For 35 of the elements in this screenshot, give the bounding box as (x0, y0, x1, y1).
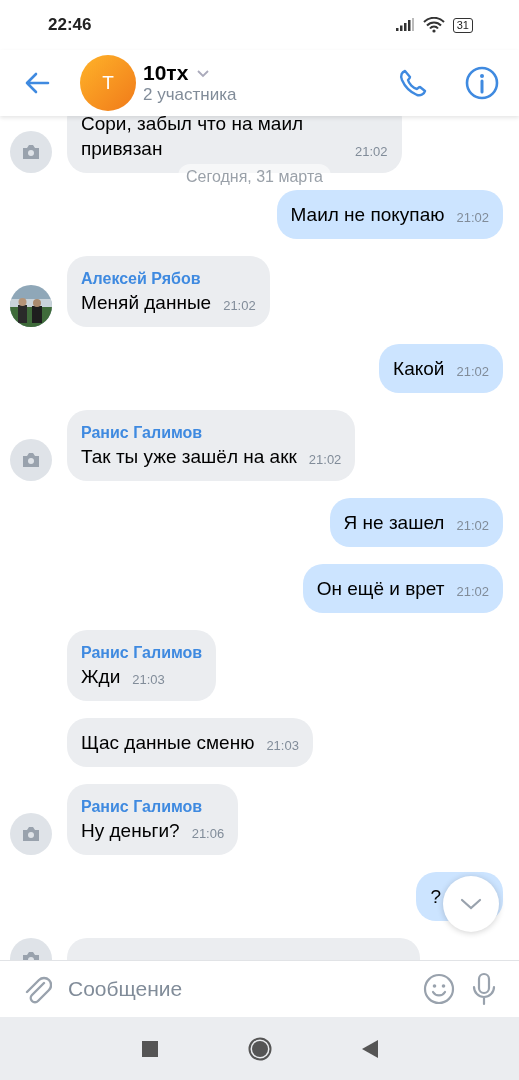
message-bubble[interactable]: Я не зашел 21:02 (329, 498, 503, 547)
message-bubble[interactable]: Ранис Галимов Ну деньги? 21:06 (67, 784, 239, 855)
message-bubble[interactable]: Алексей Рябов Меняй данные 21:02 (67, 256, 270, 327)
message-text: Какой (393, 357, 445, 381)
message-time: 21:06 (191, 825, 225, 843)
participants-count: 2 участника (143, 85, 238, 105)
message-bubble[interactable]: Какой 21:02 (379, 344, 503, 393)
chat-title[interactable]: 10тх (143, 61, 189, 85)
message-time: 21:02 (456, 583, 489, 601)
message-text: Маил не покупаю (290, 203, 445, 227)
message-text: Жди (81, 665, 121, 689)
message-text: Меняй данные (81, 291, 212, 315)
message-text: Я не зашел (343, 511, 445, 535)
message-input[interactable]: Сообщение (68, 971, 407, 1007)
message-bubble[interactable]: Он ещё и врет 21:02 (302, 564, 503, 613)
message-text: Так ты уже зашёл на акк (81, 445, 297, 469)
message-time: 21:02 (308, 451, 342, 469)
message-text: ? (430, 885, 441, 909)
status-time: 22:46 (48, 15, 92, 35)
message-time: 21:03 (266, 737, 299, 755)
message-bubble[interactable]: Ранис Галимов Жди 21:03 (67, 630, 217, 701)
message-time: 21:02 (456, 363, 489, 381)
message-bubble[interactable]: Щас данные сменю 21:03 (67, 718, 313, 767)
message-text: Ну деньги? (81, 819, 180, 843)
message-time: 21:02 (355, 143, 388, 161)
message-time: 21:02 (456, 517, 489, 535)
message-time: 21:03 (132, 671, 165, 689)
message-text: Сори, забыл что на маил привязан (81, 116, 305, 161)
message-text: Щас данные сменю (81, 731, 255, 755)
battery-icon: 31 (452, 17, 473, 33)
message-bubble[interactable]: Ранис Галимов Так ты уже зашёл на акк 21:02 (67, 410, 356, 481)
message-bubble[interactable]: Маил не покупаю 21:02 (276, 190, 503, 239)
message-time: 21:02 (456, 209, 489, 227)
message-text: Он ещё и врет (316, 577, 445, 601)
message-time: 21:02 (223, 297, 256, 315)
